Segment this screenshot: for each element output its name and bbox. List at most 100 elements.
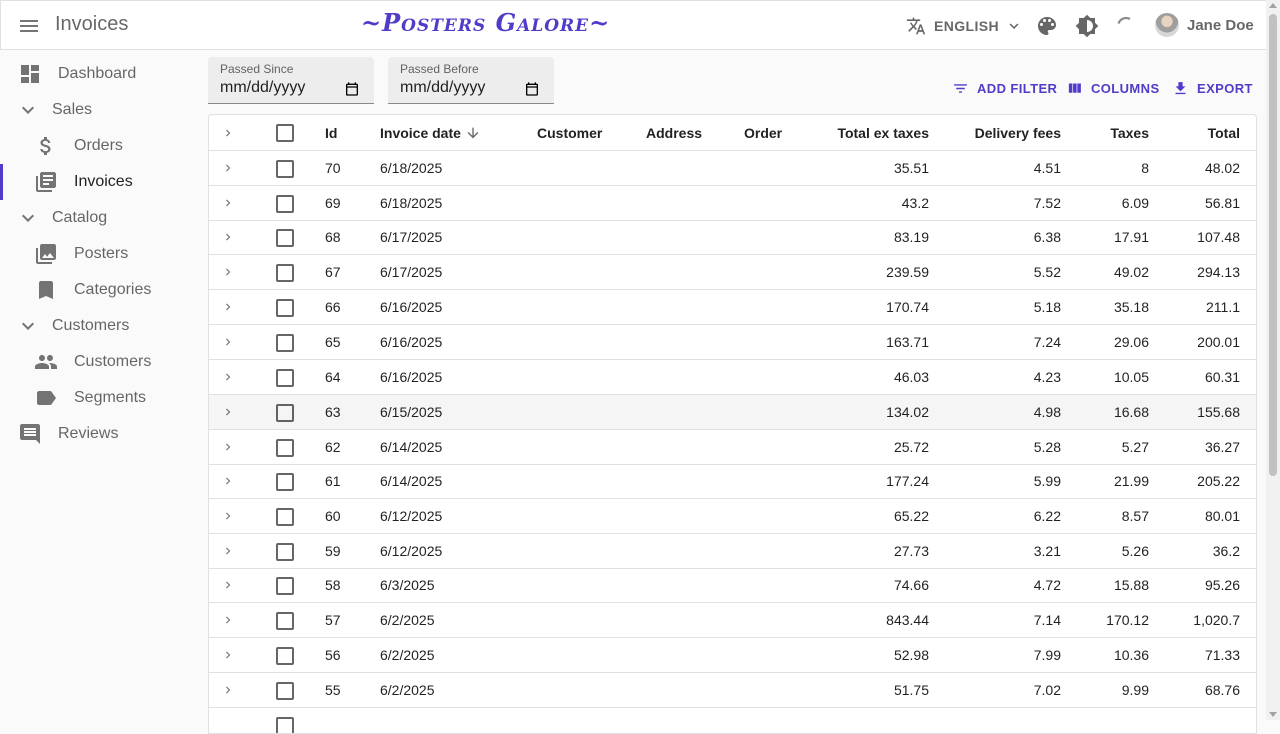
cell-invoice-date: 6/15/2025: [380, 404, 443, 420]
sidebar-item-reviews[interactable]: Reviews: [0, 416, 200, 452]
palette-icon[interactable]: [1035, 14, 1059, 38]
table-row[interactable]: 63 6/15/2025 134.02 4.98 16.68 155.68: [209, 395, 1256, 430]
column-header-total-ex-taxes[interactable]: Total ex taxes: [809, 115, 929, 151]
row-checkbox[interactable]: [276, 439, 294, 457]
theme-toggle-icon[interactable]: [1075, 14, 1099, 38]
cell-invoice-date: 6/14/2025: [380, 439, 443, 455]
expand-row-icon[interactable]: [221, 683, 235, 697]
expand-all-icon[interactable]: [221, 126, 235, 140]
sidebar-group-customers[interactable]: Customers: [0, 308, 200, 344]
sidebar-item-segments[interactable]: Segments: [0, 380, 200, 416]
row-checkbox[interactable]: [276, 612, 294, 630]
column-header-id[interactable]: Id: [325, 115, 337, 151]
menu-icon[interactable]: [17, 14, 41, 38]
column-header-order[interactable]: Order: [744, 115, 782, 151]
expand-row-icon[interactable]: [221, 544, 235, 558]
expand-row-icon[interactable]: [221, 161, 235, 175]
row-checkbox[interactable]: [276, 369, 294, 387]
sidebar-group-sales[interactable]: Sales: [0, 92, 200, 128]
table-row[interactable]: [209, 708, 1256, 733]
row-checkbox[interactable]: [276, 473, 294, 491]
select-all-checkbox[interactable]: [276, 124, 294, 142]
expand-row-icon[interactable]: [221, 265, 235, 279]
scroll-up-arrow[interactable]: [1269, 3, 1277, 8]
table-row[interactable]: 60 6/12/2025 65.22 6.22 8.57 80.01: [209, 499, 1256, 534]
row-checkbox[interactable]: [276, 508, 294, 526]
sidebar-item-categories[interactable]: Categories: [0, 272, 200, 308]
table-row[interactable]: 59 6/12/2025 27.73 3.21 5.26 36.2: [209, 534, 1256, 569]
sidebar-item-invoices[interactable]: Invoices: [0, 164, 200, 200]
sidebar-item-dashboard[interactable]: Dashboard: [0, 56, 200, 92]
passed-since-input[interactable]: mm/dd/yyyy: [220, 79, 305, 97]
expand-row-icon[interactable]: [221, 230, 235, 244]
row-checkbox[interactable]: [276, 264, 294, 282]
page-scrollbar[interactable]: [1266, 0, 1280, 720]
export-button[interactable]: EXPORT: [1172, 80, 1253, 97]
passed-since-label: Passed Since: [220, 62, 294, 76]
expand-row-icon[interactable]: [221, 405, 235, 419]
table-row[interactable]: 56 6/2/2025 52.98 7.99 10.36 71.33: [209, 638, 1256, 673]
table-row[interactable]: 55 6/2/2025 51.75 7.02 9.99 68.76: [209, 673, 1256, 708]
table-row[interactable]: 62 6/14/2025 25.72 5.28 5.27 36.27: [209, 430, 1256, 465]
expand-row-icon[interactable]: [221, 578, 235, 592]
add-filter-button[interactable]: ADD FILTER: [952, 80, 1057, 97]
row-checkbox[interactable]: [276, 299, 294, 317]
columns-button[interactable]: COLUMNS: [1066, 80, 1160, 97]
row-checkbox[interactable]: [276, 195, 294, 213]
calendar-icon[interactable]: [524, 81, 540, 97]
row-checkbox[interactable]: [276, 334, 294, 352]
passed-since-field[interactable]: Passed Since mm/dd/yyyy: [208, 57, 374, 104]
cell-total-ex-taxes: 35.51: [893, 160, 929, 176]
user-menu[interactable]: Jane Doe: [1155, 13, 1254, 37]
expand-row-icon[interactable]: [221, 440, 235, 454]
column-header-address[interactable]: Address: [646, 115, 702, 151]
table-row[interactable]: 58 6/3/2025 74.66 4.72 15.88 95.26: [209, 568, 1256, 603]
row-checkbox[interactable]: [276, 404, 294, 422]
calendar-icon[interactable]: [344, 81, 360, 97]
table-row[interactable]: 57 6/2/2025 843.44 7.14 170.12 1,020.7: [209, 603, 1256, 638]
passed-before-input[interactable]: mm/dd/yyyy: [400, 79, 485, 97]
cell-delivery-fees: 4.51: [1033, 160, 1061, 176]
column-header-taxes[interactable]: Taxes: [1069, 115, 1149, 151]
table-row[interactable]: 70 6/18/2025 35.51 4.51 8 48.02: [209, 151, 1256, 186]
column-header-invoice-date[interactable]: Invoice date: [380, 115, 481, 151]
sidebar-item-posters[interactable]: Posters: [0, 236, 200, 272]
sort-descending-icon: [467, 127, 479, 139]
table-row[interactable]: 68 6/17/2025 83.19 6.38 17.91 107.48: [209, 220, 1256, 255]
expand-row-icon[interactable]: [221, 300, 235, 314]
row-checkbox[interactable]: [276, 577, 294, 595]
scroll-down-arrow[interactable]: [1269, 712, 1277, 717]
table-row[interactable]: 65 6/16/2025 163.71 7.24 29.06 200.01: [209, 325, 1256, 360]
language-selector[interactable]: ENGLISH: [906, 14, 1023, 38]
row-checkbox[interactable]: [276, 543, 294, 561]
row-checkbox[interactable]: [276, 229, 294, 247]
expand-row-icon[interactable]: [221, 196, 235, 210]
sidebar-item-customers[interactable]: Customers: [0, 344, 200, 380]
expand-row-icon[interactable]: [221, 335, 235, 349]
passed-before-field[interactable]: Passed Before mm/dd/yyyy: [388, 57, 554, 104]
row-checkbox[interactable]: [276, 160, 294, 178]
expand-row-icon[interactable]: [221, 370, 235, 384]
expand-row-icon[interactable]: [221, 509, 235, 523]
table-row[interactable]: 61 6/14/2025 177.24 5.99 21.99 205.22: [209, 464, 1256, 499]
column-header-total[interactable]: Total: [1159, 115, 1240, 151]
table-row[interactable]: 64 6/16/2025 46.03 4.23 10.05 60.31: [209, 360, 1256, 395]
expand-row-icon[interactable]: [221, 474, 235, 488]
cell-total: 1,020.7: [1193, 612, 1240, 628]
cell-invoice-date: 6/17/2025: [380, 264, 443, 280]
sidebar-item-orders[interactable]: Orders: [0, 128, 200, 164]
sidebar-group-catalog[interactable]: Catalog: [0, 200, 200, 236]
row-checkbox[interactable]: [276, 682, 294, 700]
column-header-delivery-fees[interactable]: Delivery fees: [949, 115, 1061, 151]
expand-row-icon[interactable]: [221, 648, 235, 662]
table-row[interactable]: 67 6/17/2025 239.59 5.52 49.02 294.13: [209, 255, 1256, 290]
row-checkbox[interactable]: [276, 647, 294, 665]
table-row[interactable]: 66 6/16/2025 170.74 5.18 35.18 211.1: [209, 290, 1256, 325]
filter-icon: [954, 84, 967, 93]
table-row[interactable]: 69 6/18/2025 43.2 7.52 6.09 56.81: [209, 186, 1256, 221]
expand-row-icon[interactable]: [221, 613, 235, 627]
scrollbar-thumb[interactable]: [1269, 14, 1277, 476]
cell-invoice-date: 6/2/2025: [380, 612, 435, 628]
cell-delivery-fees: 4.72: [1033, 577, 1061, 593]
column-header-customer[interactable]: Customer: [537, 115, 602, 151]
